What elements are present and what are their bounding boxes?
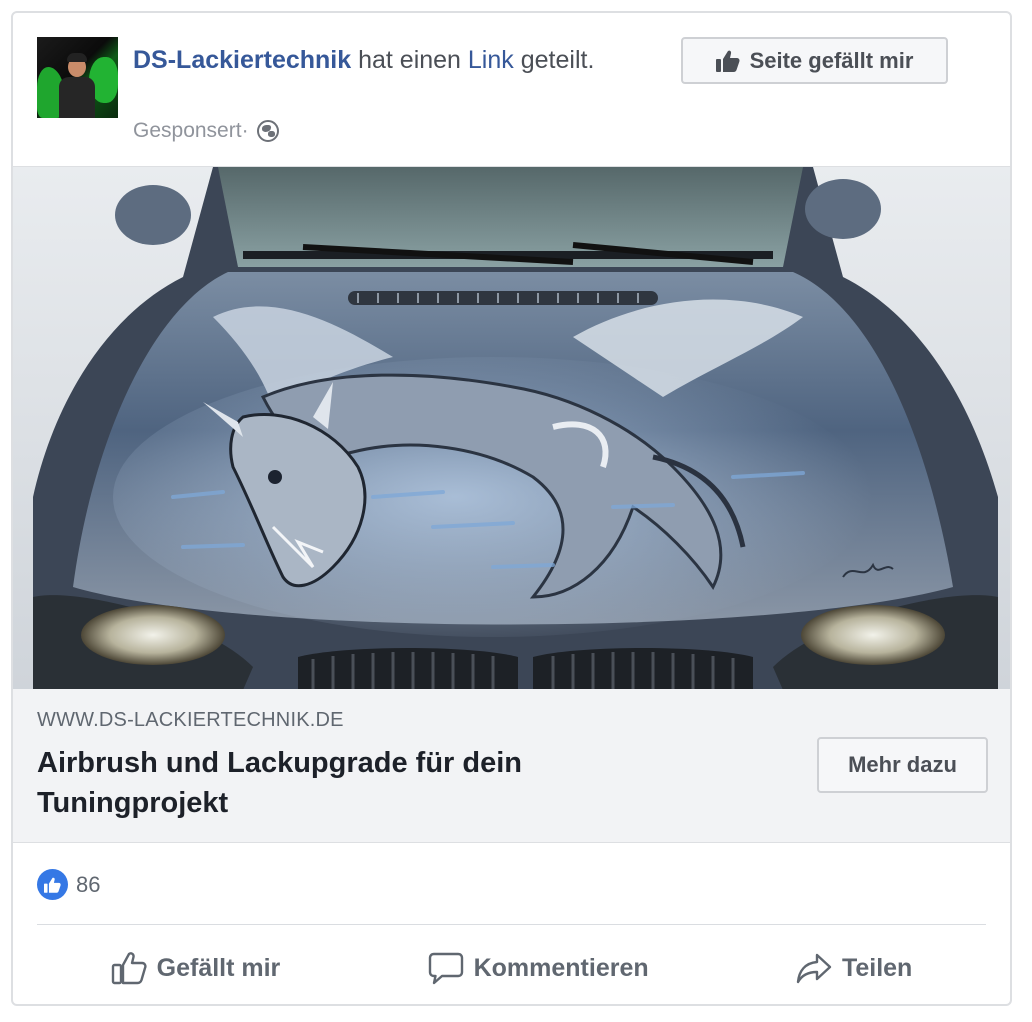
sponsored-post-card: DS-Lackiertechnik hat einen Link geteilt… <box>11 11 1012 1006</box>
thumbs-up-icon <box>715 50 740 72</box>
avatar-person-body <box>59 77 95 118</box>
link-title[interactable]: Airbrush und Lackupgrade für dein Tuning… <box>37 743 657 823</box>
globe-icon[interactable] <box>256 120 279 142</box>
share-button-label: Teilen <box>841 953 913 982</box>
sponsored-label[interactable]: Gesponsert <box>133 119 242 143</box>
like-button-label: Gefällt mir <box>156 953 281 982</box>
comment-button[interactable]: Kommentieren <box>428 951 649 985</box>
link-preview-info[interactable]: WWW.DS-LACKIERTECHNIK.DE Airbrush und La… <box>13 689 1010 843</box>
reaction-summary[interactable]: 86 <box>37 869 100 900</box>
page-name-link[interactable]: DS-Lackiertechnik <box>133 46 351 74</box>
like-reaction-icon <box>37 869 68 900</box>
learn-more-button[interactable]: Mehr dazu <box>817 737 988 793</box>
link-domain: WWW.DS-LACKIERTECHNIK.DE <box>37 709 344 731</box>
comment-bubble-icon <box>428 952 463 985</box>
link-preview-image[interactable] <box>13 166 1010 690</box>
post-action-bar: Gefällt mir Kommentieren Teilen <box>37 933 986 1003</box>
thumbs-up-outline-icon <box>111 952 147 985</box>
like-button[interactable]: Gefällt mir <box>111 951 281 985</box>
like-page-button[interactable]: Seite gefällt mir <box>681 37 948 84</box>
shared-link-word[interactable]: Link <box>468 46 514 74</box>
actions-divider <box>37 924 986 925</box>
headline-text-2: geteilt. <box>513 46 595 74</box>
comment-button-label: Kommentieren <box>473 953 649 982</box>
car-hood-dragon-illustration <box>13 167 1010 690</box>
page-avatar[interactable] <box>37 37 118 118</box>
post-meta: Gesponsert · <box>133 119 279 143</box>
headline-text-1: hat einen <box>351 46 468 74</box>
like-count: 86 <box>76 871 101 897</box>
share-button[interactable]: Teilen <box>796 951 912 985</box>
like-page-label: Seite gefällt mir <box>749 47 914 73</box>
post-headline: DS-Lackiertechnik hat einen Link geteilt… <box>133 41 603 80</box>
meta-separator: · <box>241 119 249 142</box>
share-arrow-icon <box>796 953 832 984</box>
avatar-person-cap <box>67 53 87 62</box>
